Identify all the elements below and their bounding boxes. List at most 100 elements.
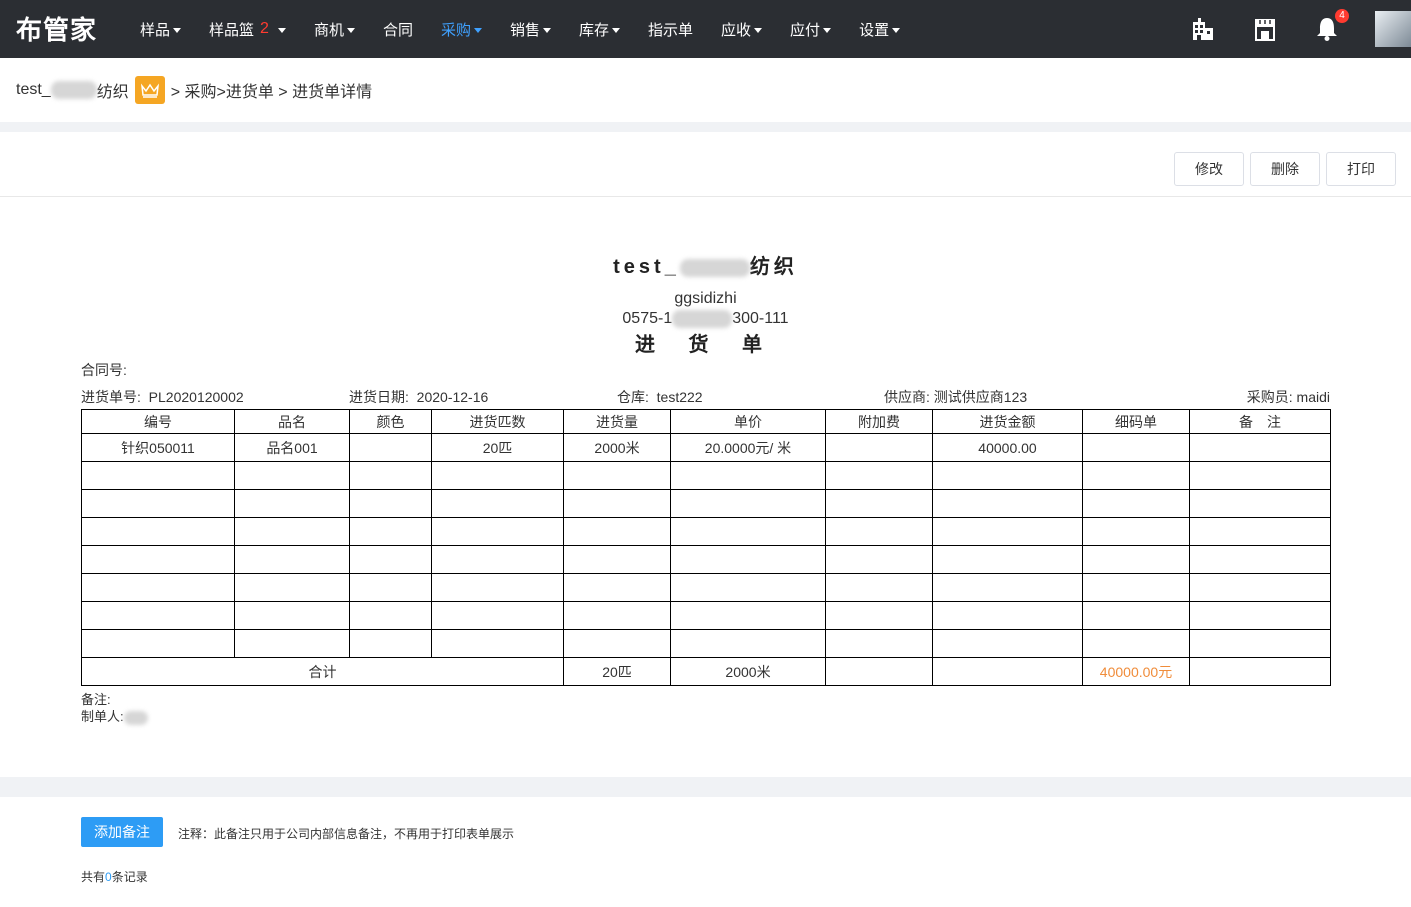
nav-label: 库存 <box>579 21 610 39</box>
nav-item-payables[interactable]: 应付 <box>790 19 832 40</box>
nav-label: 应收 <box>721 21 752 39</box>
table-cell <box>932 489 1083 518</box>
warehouse-value: test222 <box>656 389 703 405</box>
crown-icon <box>134 76 165 104</box>
buyer-label: 采购员: <box>1246 389 1293 405</box>
table-cell <box>670 545 826 574</box>
table-cell <box>825 629 933 658</box>
table-cell <box>234 489 350 518</box>
table-cell <box>81 601 235 630</box>
table-header-row: 编号 品名 颜色 进货匹数 进货量 单价 附加费 进货金额 细码单备 注 <box>81 409 1331 434</box>
table-cell <box>1189 573 1331 602</box>
table-cell <box>825 657 933 686</box>
order-date: 进货日期: 2020-12-16 <box>349 387 488 407</box>
table-cell <box>1082 545 1190 574</box>
nav-label: 合同 <box>382 21 413 39</box>
table-cell <box>1082 573 1190 602</box>
delete-button[interactable]: 删除 <box>1250 152 1320 186</box>
breadcrumb-path[interactable]: > 采购>进货单 > 进货单详情 <box>171 78 372 102</box>
nav-label: 样品篮 <box>209 21 255 39</box>
count-prefix: 共有 <box>81 870 106 884</box>
record-count: 共有0条记录 <box>81 868 148 885</box>
count-suffix: 条记录 <box>111 870 148 884</box>
table-cell <box>932 573 1083 602</box>
main-nav: 样品 样品篮 2 商机 合同 采购 销售 库存 指示单 应收 应付 设置 <box>140 0 928 58</box>
total-quantity: 2000米 <box>670 657 826 686</box>
supplier: 供应商: 测试供应商123 <box>884 387 1027 407</box>
table-cell <box>1082 601 1190 630</box>
table-cell <box>670 461 826 490</box>
table-cell <box>1189 433 1331 462</box>
table-cell <box>349 629 432 658</box>
table-cell <box>670 601 826 630</box>
column-header: 进货匹数 <box>431 409 564 434</box>
nav-item-instructions[interactable]: 指示单 <box>648 19 693 40</box>
table-cell <box>563 545 671 574</box>
table-cell <box>825 573 933 602</box>
avatar[interactable] <box>1375 11 1411 47</box>
nav-item-contracts[interactable]: 合同 <box>383 19 413 40</box>
table-cell <box>1189 657 1331 686</box>
nav-item-receivables[interactable]: 应收 <box>721 19 763 40</box>
table-cell <box>825 601 933 630</box>
store-icon[interactable] <box>1251 15 1279 43</box>
nav-label: 应付 <box>790 21 821 39</box>
table-row <box>81 489 1331 518</box>
table-cell: 品名001 <box>234 433 350 462</box>
print-button[interactable]: 打印 <box>1326 152 1396 186</box>
company-name-suffix: 纺织 <box>96 84 129 101</box>
order-date-label: 进货日期: <box>349 389 409 405</box>
doc-company-title: test_ 纺织 <box>0 250 1411 279</box>
column-header: 进货量 <box>563 409 671 434</box>
nav-item-inventory[interactable]: 库存 <box>579 19 621 40</box>
top-nav-bar: 布管家 样品 样品篮 2 商机 合同 采购 销售 库存 指示单 应收 应付 设置 … <box>0 0 1411 58</box>
table-cell <box>1189 545 1331 574</box>
app-logo[interactable]: 布管家 <box>16 10 97 47</box>
nav-label: 样品 <box>140 21 171 39</box>
table-cell <box>431 461 564 490</box>
nav-item-opportunities[interactable]: 商机 <box>314 19 355 40</box>
nav-item-purchase[interactable]: 采购 <box>441 19 482 40</box>
caret-down-icon <box>473 27 482 33</box>
table-cell <box>1082 461 1190 490</box>
building-icon[interactable] <box>1189 15 1217 43</box>
table-cell <box>670 489 826 518</box>
company-name-prefix: test_ <box>613 256 680 278</box>
total-label-text: 合计 <box>308 663 337 680</box>
nav-item-settings[interactable]: 设置 <box>859 19 901 40</box>
table-cell: 2000米 <box>563 433 671 462</box>
order-no-value: PL2020120002 <box>148 389 244 405</box>
purchase-items-table: 编号 品名 颜色 进货匹数 进货量 单价 附加费 进货金额 细码单备 注 针织050011 品名0… <box>81 409 1331 686</box>
table-cell <box>431 573 564 602</box>
table-row <box>81 545 1331 574</box>
breadcrumb: test_ 纺织 > 采购>进货单 > 进货单详情 <box>0 58 1411 122</box>
maker-label: 制单人: <box>81 709 124 724</box>
nav-item-samples[interactable]: 样品 <box>140 19 182 40</box>
basket-count-badge: 2 <box>260 20 269 37</box>
table-cell <box>431 489 564 518</box>
nav-label: 设置 <box>859 21 890 39</box>
table-row <box>81 629 1331 658</box>
caret-down-icon <box>823 27 832 33</box>
bell-icon[interactable]: 4 <box>1313 9 1349 43</box>
table-cell <box>563 461 671 490</box>
notification-badge: 4 <box>1335 9 1349 23</box>
table-cell <box>431 629 564 658</box>
company-address: ggsidizhi <box>674 290 737 307</box>
table-cell <box>234 629 350 658</box>
redacted-text <box>679 258 750 277</box>
table-cell <box>349 601 432 630</box>
company-phone: 0575-1 300-111 <box>0 310 1411 328</box>
table-cell <box>932 517 1083 546</box>
column-header: 颜色 <box>349 409 432 434</box>
add-remark-button[interactable]: 添加备注 <box>81 817 163 847</box>
table-cell <box>349 433 432 462</box>
phone-suffix: 300-111 <box>732 310 789 328</box>
column-header: 编号 <box>81 409 235 434</box>
table-row <box>81 517 1331 546</box>
nav-item-sample-basket[interactable]: 样品篮 2 <box>209 19 286 40</box>
edit-button[interactable]: 修改 <box>1174 152 1244 186</box>
nav-item-sales[interactable]: 销售 <box>510 19 551 40</box>
table-cell <box>234 573 350 602</box>
table-cell <box>670 629 826 658</box>
